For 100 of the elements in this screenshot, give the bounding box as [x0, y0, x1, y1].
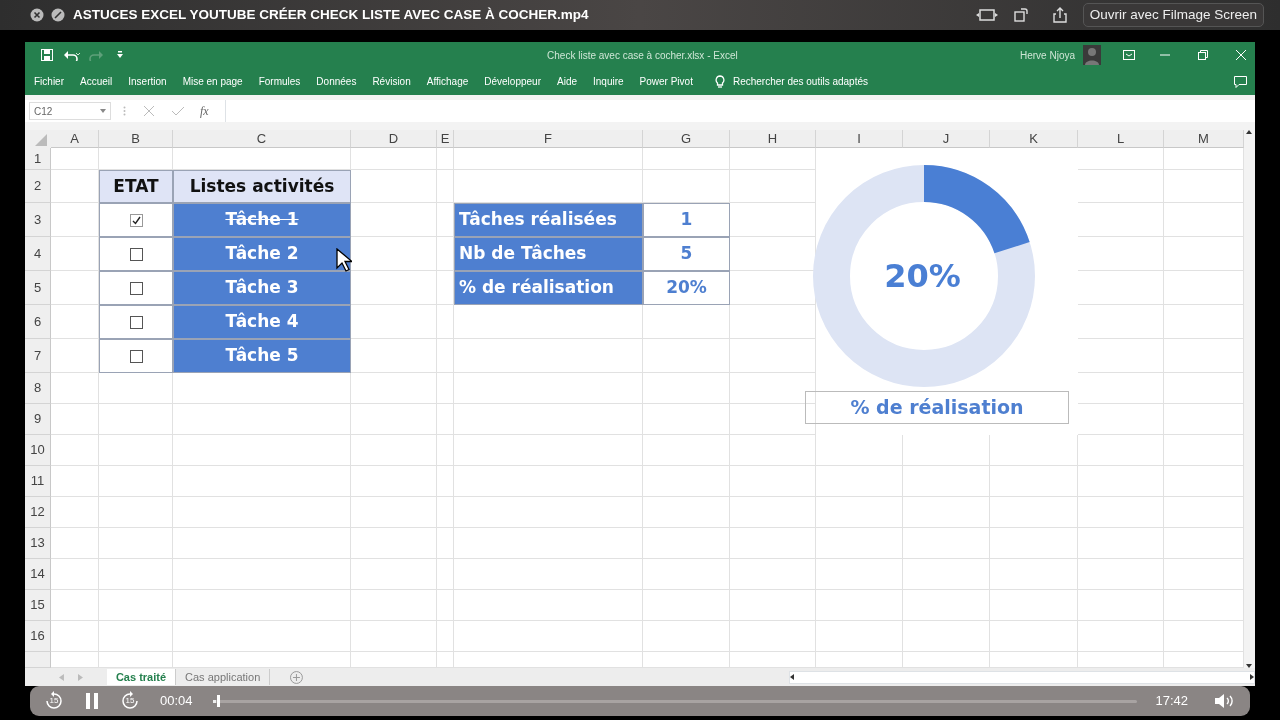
ribbon-display-icon[interactable] — [1123, 50, 1135, 60]
spreadsheet-cell[interactable] — [437, 497, 454, 528]
spreadsheet-cell[interactable] — [173, 590, 351, 621]
spreadsheet-cell[interactable] — [351, 621, 437, 652]
comment-icon[interactable] — [1234, 75, 1247, 88]
horizontal-scrollbar[interactable] — [789, 670, 1255, 684]
spreadsheet-cell[interactable] — [643, 339, 730, 373]
previous-sheet-icon[interactable] — [59, 673, 64, 681]
skip-forward-button[interactable]: 15 — [120, 691, 140, 711]
spreadsheet-cell[interactable] — [51, 373, 99, 404]
customize-icon[interactable] — [117, 51, 123, 59]
spreadsheet-cell[interactable] — [730, 528, 816, 559]
spreadsheet-cell[interactable] — [643, 497, 730, 528]
row-number[interactable]: 3 — [25, 203, 51, 237]
spreadsheet-cell[interactable] — [51, 497, 99, 528]
spreadsheet-cell[interactable] — [643, 148, 730, 170]
row-number[interactable]: 2 — [25, 170, 51, 203]
spreadsheet-cell[interactable] — [99, 559, 173, 590]
row-number[interactable]: 4 — [25, 237, 51, 271]
spreadsheet-cell[interactable] — [903, 590, 990, 621]
spreadsheet-cell[interactable] — [454, 435, 643, 466]
pause-icon[interactable] — [86, 693, 98, 709]
spreadsheet-cell[interactable] — [1078, 621, 1164, 652]
column-header[interactable]: C — [173, 130, 351, 148]
spreadsheet-cell[interactable] — [730, 435, 816, 466]
spreadsheet-cell[interactable] — [351, 528, 437, 559]
row-number[interactable]: 8 — [25, 373, 51, 404]
spreadsheet-cell[interactable] — [99, 466, 173, 497]
column-header[interactable]: J — [903, 130, 990, 148]
spreadsheet-cell[interactable] — [903, 466, 990, 497]
row-number[interactable]: 13 — [25, 528, 51, 559]
row-number[interactable]: 10 — [25, 435, 51, 466]
spreadsheet-cell[interactable] — [173, 559, 351, 590]
spreadsheet-cell[interactable] — [816, 559, 903, 590]
spreadsheet-cell[interactable] — [99, 497, 173, 528]
spreadsheet-cell[interactable] — [454, 497, 643, 528]
spreadsheet-cell[interactable] — [643, 373, 730, 404]
enter-icon[interactable] — [172, 106, 184, 116]
spreadsheet-cell[interactable] — [437, 148, 454, 170]
spreadsheet-cell[interactable] — [437, 435, 454, 466]
spreadsheet-cell[interactable] — [51, 466, 99, 497]
checkbox[interactable] — [129, 213, 143, 227]
spreadsheet-cell[interactable] — [437, 339, 454, 373]
column-header[interactable]: I — [816, 130, 903, 148]
spreadsheet-cell[interactable] — [816, 466, 903, 497]
skip-back-button[interactable]: 15 — [44, 691, 64, 711]
column-header[interactable]: E — [437, 130, 454, 148]
spreadsheet-cell[interactable] — [351, 148, 437, 170]
column-header[interactable]: M — [1164, 130, 1244, 148]
spreadsheet-cell[interactable] — [454, 148, 643, 170]
vertical-scrollbar[interactable] — [1244, 130, 1254, 668]
spreadsheet-cell[interactable] — [173, 621, 351, 652]
row-number[interactable]: 15 — [25, 590, 51, 621]
spreadsheet-cell[interactable] — [99, 528, 173, 559]
spreadsheet-cell[interactable] — [903, 528, 990, 559]
cancel-icon[interactable] — [144, 106, 154, 116]
restore-icon[interactable] — [1198, 50, 1208, 60]
spreadsheet-cell[interactable] — [351, 373, 437, 404]
spreadsheet-cell[interactable] — [437, 373, 454, 404]
sheet-tab[interactable]: Cas traité — [106, 668, 177, 686]
column-header[interactable]: D — [351, 130, 437, 148]
spreadsheet-cell[interactable] — [1078, 497, 1164, 528]
spreadsheet-cell[interactable] — [454, 590, 643, 621]
ribbon-tab[interactable]: Accueil — [80, 74, 113, 89]
spreadsheet-cell[interactable] — [51, 528, 99, 559]
spreadsheet-cell[interactable] — [730, 497, 816, 528]
add-sheet-icon[interactable] — [290, 670, 304, 684]
spreadsheet-cell[interactable] — [99, 590, 173, 621]
spreadsheet-cell[interactable] — [351, 435, 437, 466]
row-number[interactable]: 14 — [25, 559, 51, 590]
spreadsheet-cell[interactable] — [730, 621, 816, 652]
spreadsheet-cell[interactable] — [351, 404, 437, 435]
spreadsheet-cell[interactable] — [51, 435, 99, 466]
spreadsheet-cell[interactable] — [173, 528, 351, 559]
spreadsheet-cell[interactable] — [643, 559, 730, 590]
row-number[interactable]: 9 — [25, 404, 51, 435]
spreadsheet-cell[interactable] — [1078, 590, 1164, 621]
spreadsheet-cell[interactable] — [816, 497, 903, 528]
ribbon-tab[interactable]: Insertion — [128, 74, 167, 89]
spreadsheet-cell[interactable] — [1078, 559, 1164, 590]
spreadsheet-cell[interactable] — [454, 404, 643, 435]
spreadsheet-cell[interactable] — [51, 590, 99, 621]
close-icon[interactable] — [30, 8, 44, 22]
spreadsheet-cell[interactable] — [454, 373, 643, 404]
spreadsheet-cell[interactable] — [51, 148, 99, 170]
spreadsheet-cell[interactable] — [643, 590, 730, 621]
share-icon[interactable] — [1052, 7, 1067, 23]
spreadsheet-cell[interactable] — [454, 528, 643, 559]
spreadsheet-cell[interactable] — [437, 590, 454, 621]
spreadsheet-cell[interactable] — [990, 497, 1078, 528]
ribbon-tab[interactable]: Affichage — [426, 74, 469, 89]
spreadsheet-cell[interactable] — [99, 435, 173, 466]
spreadsheet-cell[interactable] — [173, 404, 351, 435]
ribbon-tab[interactable]: Développeur — [484, 74, 541, 89]
spreadsheet-cell[interactable] — [51, 621, 99, 652]
spreadsheet-cell[interactable] — [454, 339, 643, 373]
spreadsheet-cell[interactable] — [99, 621, 173, 652]
column-header[interactable]: G — [643, 130, 730, 148]
spreadsheet-cell[interactable] — [437, 170, 454, 203]
hide-icon[interactable] — [51, 8, 65, 22]
